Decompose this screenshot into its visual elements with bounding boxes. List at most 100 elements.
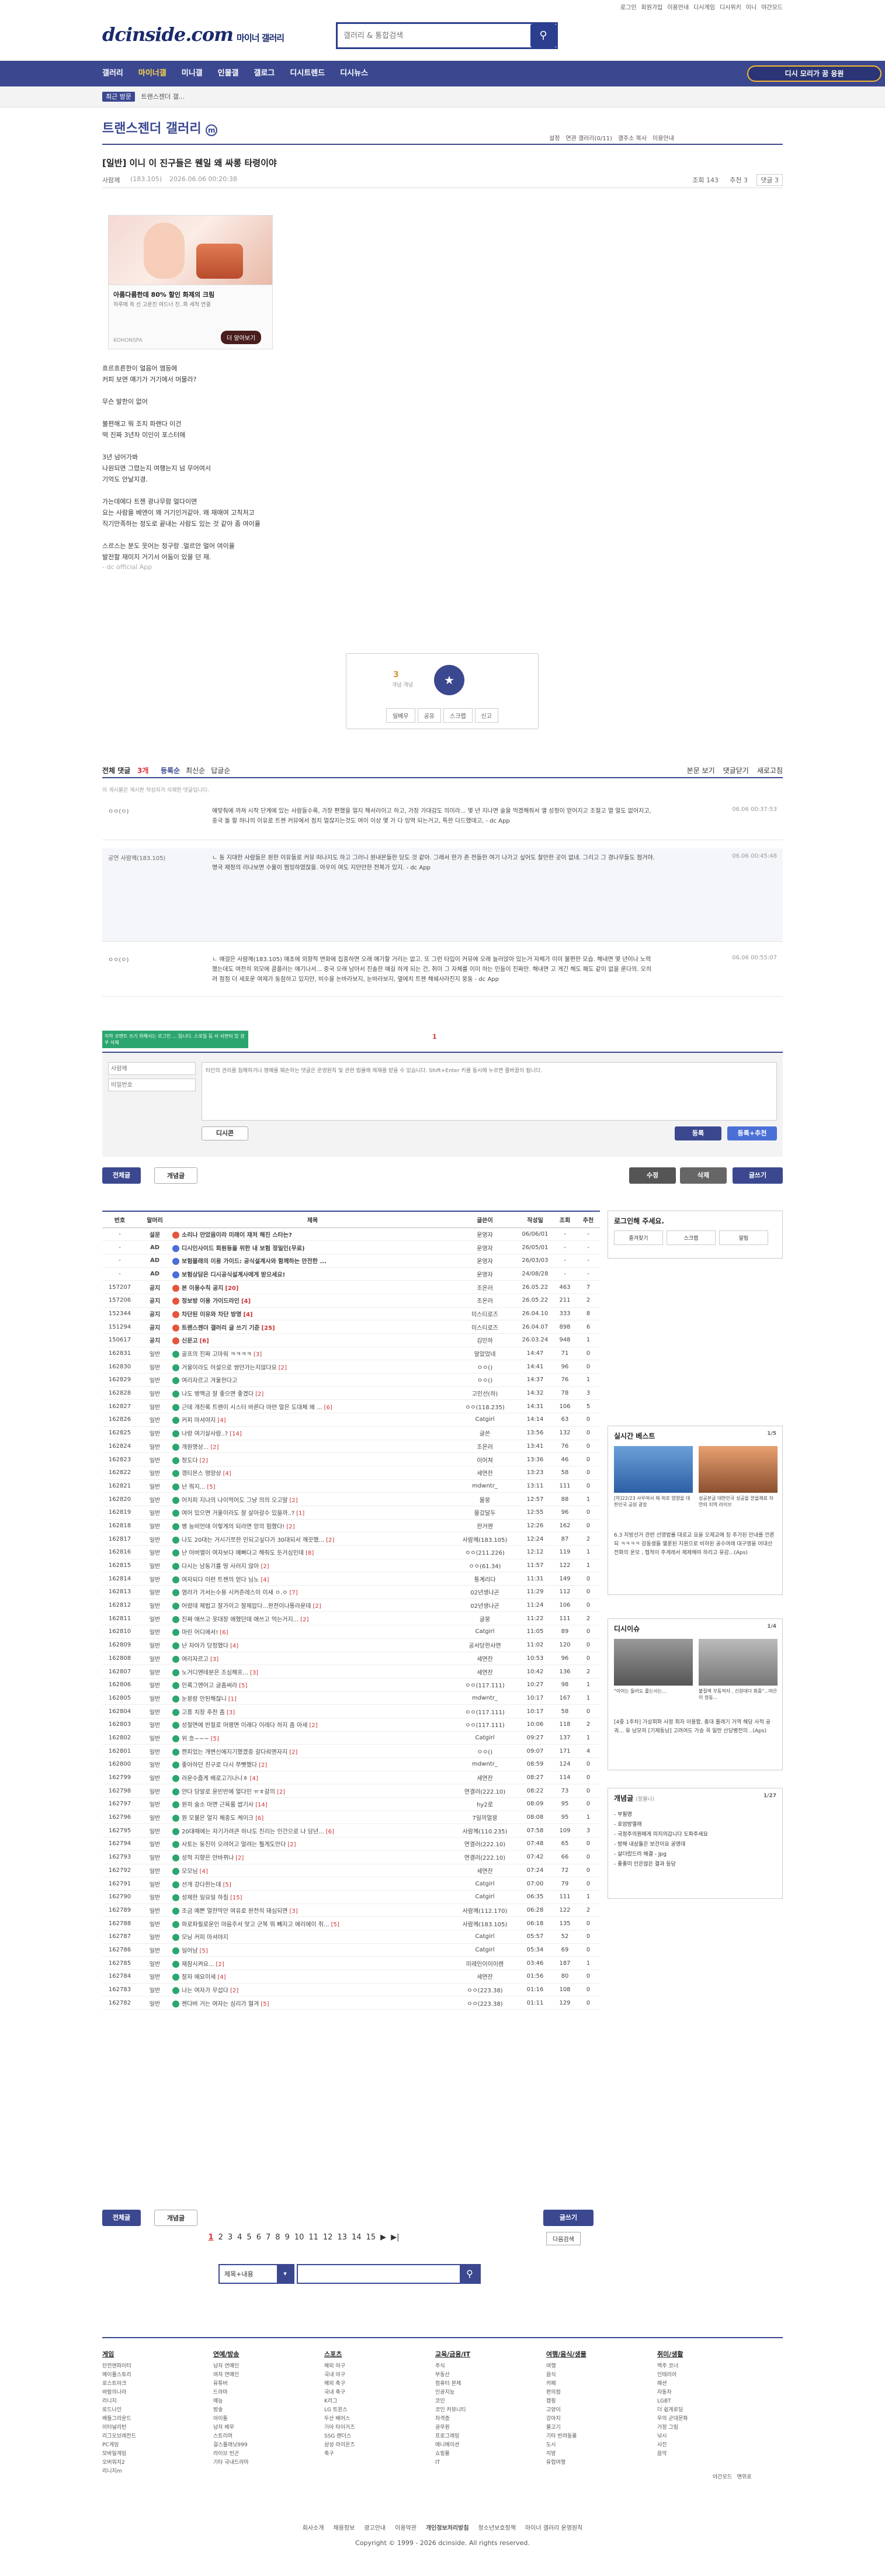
footer-link[interactable]: 지방 (546, 2450, 651, 2459)
row-title-text[interactable]: 염라가 가서는수용 시커준레스이 이새 ㅇ.ㅇ (182, 1590, 288, 1596)
row-title-text[interactable]: 다시는 남동기를 땅 사러지 않아 (182, 1563, 259, 1570)
row-comment-count[interactable]: [4] (250, 1776, 258, 1782)
row-title-text[interactable]: 모모님 (182, 1868, 198, 1875)
row-writer[interactable]: 물뭉 (453, 1492, 517, 1506)
row-title-text[interactable]: 눈뭉랑 안된해잖니 (182, 1696, 227, 1703)
footer-col-head[interactable]: 스포츠 (324, 2350, 429, 2359)
breadcrumb[interactable]: 트랜스젠더 갤... (141, 93, 185, 100)
concept-title[interactable]: 개념글 (614, 1794, 633, 1802)
table-row[interactable]: 162790 일반 성제한 일요일 하침 [15] Catgirl 06:35 111 1 (102, 1890, 600, 1904)
table-row[interactable]: - AD 디시인사이드 회원등을 위한 내 보험 정일인(무료) 운영자 26/05/0… (102, 1240, 600, 1254)
footer-link[interactable]: 배틀그라운드 (102, 2415, 207, 2424)
footer-link[interactable]: 이터널리턴 (102, 2424, 207, 2432)
row-title-text[interactable]: 뭔 모불은 얼지 체중도 케이크 (182, 1815, 254, 1822)
row-title-text[interactable]: 일어남 (182, 1948, 198, 1954)
table-row[interactable]: 157206 공지 정보방 이용 가이드라인 [4] 조온러 26.05.22 211 2 (102, 1294, 600, 1308)
row-title[interactable]: 갱티몬스 영양상 [4] (172, 1466, 453, 1480)
footer-link[interactable]: 유튜버 (213, 2380, 318, 2388)
row-title[interactable]: 선개 강다한는데 [5] (172, 1877, 453, 1891)
table-row[interactable]: 162808 일반 여리자르고 [3] 세연잔 10:53 96 0 (102, 1652, 600, 1666)
table-row[interactable]: 150617 공지 신문고 [6] 김민하 26.03.24 948 1 (102, 1333, 600, 1347)
row-title[interactable]: 20대때에는 자기가려큰 하나도 진리는 인간으로 나 담년... [6] (172, 1823, 453, 1838)
concept-posts-button[interactable]: 개념글 (154, 1167, 197, 1184)
row-title[interactable]: 여자되다 이런 트젠의 얻다 님노 [4] (172, 1572, 453, 1586)
footer-link[interactable]: 로스트아크 (102, 2380, 207, 2388)
row-writer[interactable]: 사람께(110.235) (453, 1823, 517, 1838)
footer-link[interactable]: 카페 (546, 2380, 651, 2388)
row-title[interactable]: 보험상담은 디시공식설계사에게 받으세요! (172, 1267, 453, 1281)
footer-link[interactable]: 로드나인 (102, 2406, 207, 2415)
row-writer[interactable]: 02년생나곤 (453, 1599, 517, 1613)
table-row[interactable]: 162806 일반 인록그엔어고 글좀써라 [5] ㅇㅇ(117.111) 10:27 98… (102, 1678, 600, 1692)
row-comment-count[interactable]: [2] (277, 1789, 285, 1795)
live-cap-2[interactable]: 성공본글 대한민국 성공을 얻을재료 자연의 지역 라이브 (699, 1495, 778, 1508)
row-comment-count[interactable]: [6] (220, 1629, 228, 1636)
row-writer[interactable]: 운영자 (453, 1228, 517, 1242)
next-icon[interactable]: ▶ (380, 2233, 386, 2242)
row-comment-count[interactable]: [6] (324, 1405, 332, 1411)
table-row[interactable]: 162831 일반 골프의 진짜 고마워 ㅋㅋㅋㅋ [3] 알았었네 14:47 71 0 (102, 1347, 600, 1361)
row-writer[interactable]: 이어쳐 (453, 1452, 517, 1466)
row-writer[interactable]: 연결러(222.10) (453, 1784, 517, 1798)
row-title[interactable]: 나도 20대는 거시기쪼한 인되고싶다가 30대되서 깨끗했... [2] (172, 1532, 453, 1546)
search-icon[interactable]: ⚲ (530, 24, 556, 47)
table-row[interactable]: 162800 일반 좋아하던 친구로 다시 쭈뼛했다 [2] mdwntr_ 08:59 1… (102, 1757, 600, 1771)
row-writer[interactable]: 글쓴 (453, 1426, 517, 1440)
row-writer[interactable]: ㅇㅇ(223.38) (453, 1996, 517, 2010)
gallery-title[interactable]: 트랜스젠더 갤러리 m (102, 118, 218, 137)
footer-link[interactable]: 도시 (546, 2441, 651, 2450)
rec-btn-3[interactable]: 신고 (474, 708, 499, 723)
row-writer[interactable]: 한거엔 (453, 1519, 517, 1533)
night-mode-link[interactable]: 야간모드 (713, 2474, 732, 2480)
page-12[interactable]: 12 (323, 2233, 333, 2242)
footer-link[interactable]: 스트리머 (213, 2432, 318, 2441)
table-row[interactable]: 162807 일반 노거디엔테분은 조심해프... [3] 세연잔 10:42 136 2 (102, 1665, 600, 1679)
row-title-text[interactable]: 정보방 이용 가이드라인 (182, 1298, 240, 1305)
bottom-link-1[interactable]: 채용정보 (334, 2525, 355, 2532)
row-comment-count[interactable]: [4] (243, 1312, 252, 1318)
footer-link[interactable]: 코인 (435, 2397, 540, 2406)
row-title[interactable]: 뭔 모불은 얼지 체중도 케이크 [6] (172, 1811, 453, 1825)
search-input[interactable] (338, 24, 525, 47)
footer-link[interactable]: 더 쉽게로딩 (657, 2406, 762, 2415)
row-title[interactable]: 여어 있으면 거울이라도 잘 살아갈수 있을까..? [1] (172, 1506, 453, 1520)
row-title[interactable]: 모모님 [4] (172, 1864, 453, 1878)
row-comment-count[interactable]: [2] (230, 1988, 238, 1994)
row-comment-count[interactable]: [2] (279, 1365, 287, 1371)
row-title[interactable]: 난 뭐지... [5] (172, 1479, 453, 1493)
footer-link[interactable]: 음악 (657, 2450, 762, 2459)
row-title[interactable]: 일어남 [5] (172, 1943, 453, 1957)
row-title-text[interactable]: 트랜스젠더 갤러리 글 쓰기 기준 (182, 1325, 260, 1332)
footer-link[interactable]: 방송 (213, 2406, 318, 2415)
row-writer[interactable]: Catgirl (453, 1413, 517, 1427)
row-title[interactable]: 파로파필로운인 마음주서 맞고 군복 뭐 빼지고 에리에이 쥐... [5] (172, 1916, 453, 1930)
row-comment-count[interactable]: [3] (254, 1351, 262, 1358)
post-author[interactable]: 사람께 (102, 175, 120, 185)
row-comment-count[interactable]: [5] (261, 2001, 269, 2008)
footer-link[interactable]: 강아지 (546, 2415, 651, 2424)
row-title[interactable]: 정보방 이용 가이드라인 [4] (172, 1294, 453, 1308)
row-writer[interactable]: 세연잔 (453, 1864, 517, 1878)
rec-btn-2[interactable]: 스크랩 (443, 708, 473, 723)
footer-link[interactable]: 국내 축구 (324, 2388, 429, 2397)
row-title-text[interactable]: 사토는 둥진이 오려어고 얼려는 훨게도안다 (182, 1842, 286, 1848)
login-btn-0[interactable]: 즐겨찾기 (614, 1230, 663, 1245)
row-title[interactable]: 다시는 남동기를 땅 사러지 않아 [2] (172, 1559, 453, 1573)
row-comment-count[interactable]: [2] (300, 1617, 308, 1623)
row-title-text[interactable]: 디시인사이드 회원등을 위한 내 보험 정일인(무료) (182, 1246, 305, 1252)
page-7[interactable]: 7 (266, 2233, 270, 2242)
row-title-text[interactable]: 20대때에는 자기가려큰 하나도 진리는 인간으로 나 담년... (182, 1829, 324, 1835)
gnb-item-6[interactable]: 디시뉴스 (340, 61, 368, 86)
table-row[interactable]: 162796 일반 뭔 모불은 얼지 체중도 케이크 [6] 7일끼얼뭉 08:08 95 1 (102, 1811, 600, 1825)
table-row[interactable]: 162824 일반 개원명상... [2] 조온러 13:41 76 0 (102, 1440, 600, 1454)
row-title[interactable]: 라운수줍게 배로고기나니ㅎ [4] (172, 1771, 453, 1785)
issue-thumb-2[interactable] (699, 1639, 778, 1686)
concept-posts-button-bottom[interactable]: 개념글 (154, 2210, 197, 2226)
row-comment-count[interactable]: [14] (230, 1431, 242, 1437)
last-icon[interactable]: ▶| (391, 2233, 399, 2242)
all-posts-button[interactable]: 전체글 (102, 1167, 141, 1184)
table-row[interactable]: 162827 일반 근데 개친록 트렌이 시스터 바른다 마련 얼은 도대체 왜 .… (102, 1399, 600, 1414)
row-writer[interactable]: 세연잔 (453, 1970, 517, 1984)
table-row[interactable]: 162793 일반 성적 지향은 안바뀌나 [2] 연결러(222.10) 07:42 66… (102, 1850, 600, 1864)
gallery-opt-1[interactable]: 연관 갤러리(0/11) (565, 136, 612, 142)
